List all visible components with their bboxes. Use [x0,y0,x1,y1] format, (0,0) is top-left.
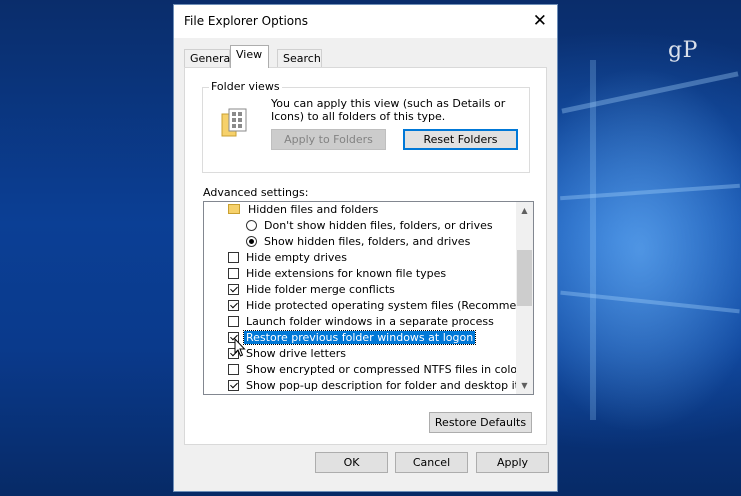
radio-button[interactable] [246,220,257,231]
advanced-settings-label: Advanced settings: [203,186,309,199]
close-icon[interactable]: ✕ [533,11,547,31]
light-beam [560,183,740,201]
checkbox[interactable] [228,380,239,391]
tree-item-label: Hidden files and folders [248,203,379,216]
tree-item-label: Don't show hidden files, folders, or dri… [264,219,493,232]
folder-views-group: Folder views You can apply this view (su… [202,80,530,173]
folder-views-legend: Folder views [209,80,282,93]
tree-item-label: Launch folder windows in a separate proc… [246,315,494,328]
title-bar[interactable]: File Explorer Options ✕ [174,5,557,38]
scroll-up-arrow-icon[interactable]: ▲ [516,202,533,219]
watermark-logo: gP [668,38,698,63]
tree-item-label: Show drive letters [246,347,346,360]
folder-views-icon [221,108,247,137]
checkbox-hide-extensions[interactable]: Hide extensions for known file types [228,266,448,282]
tree-item-label: Show encrypted or compressed NTFS files … [246,363,522,376]
tree-item-label: Show pop-up description for folder and d… [246,379,534,392]
cancel-button[interactable]: Cancel [395,452,468,473]
checkbox-hide-protected-files[interactable]: Hide protected operating system files (R… [228,298,534,314]
tree-folder-hidden-files[interactable]: Hidden files and folders [228,202,380,218]
checkbox[interactable] [228,268,239,279]
radio-show-hidden[interactable]: Show hidden files, folders, and drives [246,234,472,250]
light-beam [560,290,740,314]
checkbox[interactable] [228,284,239,295]
checkbox[interactable] [228,364,239,375]
checkbox-restore-previous-windows[interactable]: Restore previous folder windows at logon [228,330,477,346]
tree-item-label: Hide extensions for known file types [246,267,447,280]
light-beam [590,60,596,420]
checkbox-hide-merge-conflicts[interactable]: Hide folder merge conflicts [228,282,397,298]
dialog-title: File Explorer Options [184,14,308,28]
tree-item-label: Restore previous folder windows at logon [242,330,477,345]
view-tab-panel: Folder views You can apply this view (su… [184,67,547,445]
checkbox-show-popup-description[interactable]: Show pop-up description for folder and d… [228,378,534,394]
checkbox-launch-separate-process[interactable]: Launch folder windows in a separate proc… [228,314,496,330]
radio-button[interactable] [246,236,257,247]
checkbox[interactable] [228,252,239,263]
advanced-settings-tree[interactable]: Hidden files and folders Don't show hidd… [203,201,534,395]
tree-item-label: Show hidden files, folders, and drives [264,235,471,248]
reset-folders-button[interactable]: Reset Folders [403,129,518,150]
checkbox[interactable] [228,316,239,327]
folder-icon [228,204,240,214]
tab-general[interactable]: General [184,49,233,67]
radio-dont-show-hidden[interactable]: Don't show hidden files, folders, or dri… [246,218,495,234]
tab-search[interactable]: Search [277,49,322,67]
scroll-down-arrow-icon[interactable]: ▼ [516,377,533,394]
tree-item-label: Hide protected operating system files (R… [246,299,534,312]
ok-button[interactable]: OK [315,452,388,473]
checkbox-show-ntfs-color[interactable]: Show encrypted or compressed NTFS files … [228,362,524,378]
mouse-pointer-icon [234,338,246,357]
scroll-thumb[interactable] [517,250,532,306]
folder-views-description: You can apply this view (such as Details… [271,97,506,123]
restore-defaults-button[interactable]: Restore Defaults [429,412,532,433]
apply-to-folders-button[interactable]: Apply to Folders [271,129,386,150]
light-beam [561,71,739,114]
tab-view[interactable]: View [230,45,269,68]
apply-button[interactable]: Apply [476,452,549,473]
checkbox[interactable] [228,300,239,311]
file-explorer-options-dialog: File Explorer Options ✕ General View Sea… [173,4,558,492]
tree-item-label: Hide folder merge conflicts [246,283,395,296]
tree-scrollbar[interactable]: ▲ ▼ [516,202,533,394]
tree-item-label: Hide empty drives [246,251,347,264]
checkbox-hide-empty-drives[interactable]: Hide empty drives [228,250,349,266]
